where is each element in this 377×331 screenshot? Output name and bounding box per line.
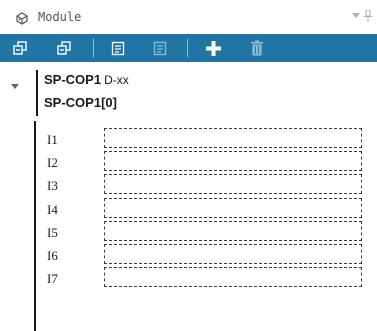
panel-title: Module [38, 10, 82, 24]
expand-arrow-icon[interactable] [11, 84, 19, 90]
edit-comment-icon [111, 41, 124, 55]
io-label: I6 [47, 248, 58, 263]
expand-all-icon [13, 41, 27, 55]
io-label: I4 [47, 201, 58, 217]
edit-comment-button[interactable] [108, 34, 128, 62]
delete-icon [251, 40, 263, 56]
module-instance: SP-COP1[0] [44, 95, 117, 110]
module-variant: D-xx [104, 73, 129, 87]
io-label: I7 [47, 271, 58, 287]
panel-title-bar: Module [0, 0, 377, 34]
collapse-all-button[interactable] [54, 34, 74, 62]
io-row: I7 [0, 267, 377, 290]
edit-comment-disabled-button[interactable] [150, 34, 170, 62]
io-comment-field[interactable] [104, 267, 362, 288]
io-row: I2 [0, 151, 377, 174]
toolbar-separator [187, 39, 188, 57]
io-label: I3 [47, 178, 58, 194]
pin-icon[interactable] [364, 10, 372, 22]
module-indent-bar [36, 70, 38, 116]
expand-all-button[interactable] [10, 34, 30, 62]
module-icon [16, 12, 28, 25]
module-name: SP-COP1 [44, 72, 102, 87]
io-label: I2 [47, 155, 58, 171]
io-comment-field[interactable] [104, 244, 362, 264]
io-comment-field[interactable] [104, 197, 362, 218]
io-row: I3 [0, 174, 377, 197]
module-header[interactable]: SP-COP1 D-xx [44, 72, 129, 87]
delete-button[interactable] [247, 34, 267, 62]
io-label: I5 [47, 224, 58, 240]
io-comment-field[interactable] [104, 174, 362, 195]
io-row: I5 [0, 220, 377, 244]
add-button[interactable] [202, 34, 224, 62]
io-row: I6 [0, 244, 377, 267]
toolbar-separator [93, 39, 94, 57]
io-comment-field[interactable] [104, 128, 362, 148]
collapse-all-icon [57, 41, 71, 55]
io-row: I1 [0, 128, 377, 151]
io-label: I1 [47, 132, 58, 147]
edit-comment-disabled-icon [153, 41, 166, 55]
io-row: I4 [0, 197, 377, 221]
io-comment-field[interactable] [104, 220, 362, 241]
chevron-down-icon[interactable] [352, 13, 360, 19]
io-comment-field[interactable] [104, 151, 362, 172]
add-icon [205, 40, 221, 56]
module-toolbar [0, 34, 377, 62]
